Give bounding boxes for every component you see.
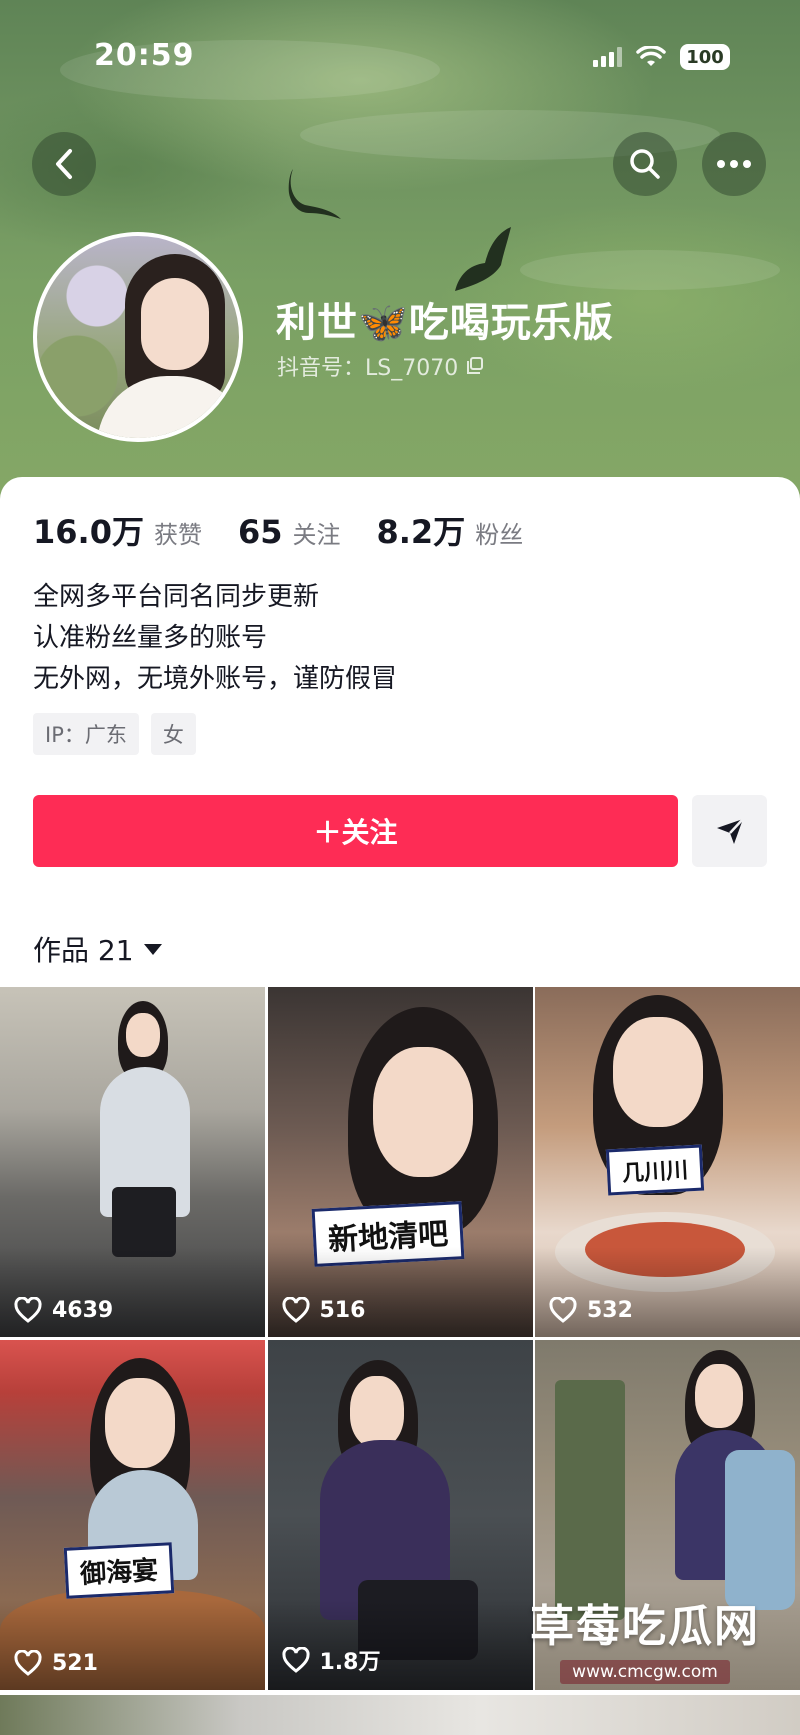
back-button[interactable] <box>32 132 96 196</box>
heart-icon <box>281 1647 310 1673</box>
search-icon <box>630 149 660 179</box>
status-time: 20:59 <box>94 38 195 73</box>
video-likes: 4639 <box>14 1297 113 1323</box>
video-likes: 1.8万 <box>281 1644 381 1676</box>
watermark-title: 草莓吃瓜网 <box>530 1601 760 1652</box>
battery-indicator: 100 <box>680 44 730 70</box>
stat-value: 65 <box>237 513 283 551</box>
profile-nickname: 利世🦋吃喝玩乐版 <box>276 300 614 346</box>
heart-icon <box>281 1297 310 1323</box>
site-watermark: 草莓吃瓜网 www.cmcgw.com <box>510 1590 780 1684</box>
profile-stats: 16.0万 获赞 65 关注 8.2万 粉丝 <box>33 507 523 553</box>
gender-tag: 女 <box>150 713 196 755</box>
video-likes: 532 <box>549 1297 633 1323</box>
share-button[interactable] <box>692 795 767 867</box>
ip-location-tag: IP：广东 <box>33 713 139 755</box>
video-likes: 516 <box>281 1297 366 1323</box>
video-tile[interactable]: 1.8万 <box>267 1340 533 1690</box>
video-tile[interactable]: 几川川 532 <box>535 987 800 1337</box>
send-icon <box>716 818 744 844</box>
wifi-icon <box>636 46 666 66</box>
profile-bio: 全网多平台同名同步更新 认准粉丝量多的账号 无外网，无境外账号，谨防假冒 <box>33 577 397 700</box>
more-button[interactable] <box>702 132 766 196</box>
video-caption-sticker: 几川川 <box>605 1144 705 1196</box>
next-row-preview <box>0 1695 800 1735</box>
likes-count: 4639 <box>52 1297 114 1323</box>
likes-count: 521 <box>52 1650 98 1676</box>
stat-label: 粉丝 <box>475 521 524 549</box>
avatar[interactable] <box>33 232 243 442</box>
video-tile[interactable]: 4639 <box>0 987 265 1337</box>
likes-count: 516 <box>319 1297 366 1323</box>
signal-icon <box>593 47 622 67</box>
follow-button[interactable]: ＋关注 <box>33 795 678 867</box>
heart-icon <box>14 1650 42 1676</box>
butterfly-icon <box>455 227 511 291</box>
bio-line: 无外网，无境外账号，谨防假冒 <box>33 664 398 694</box>
works-tab-label: 作品 21 <box>33 934 134 967</box>
video-tile[interactable]: 御海宴 521 <box>0 1340 265 1690</box>
bio-line: 全网多平台同名同步更新 <box>33 582 320 612</box>
tab-works[interactable]: 作品 21 <box>33 929 162 969</box>
likes-count: 532 <box>587 1297 633 1323</box>
heart-icon <box>549 1297 577 1323</box>
video-caption-sticker: 御海宴 <box>63 1542 175 1599</box>
profile-tags: IP：广东 女 <box>33 713 196 755</box>
likes-count: 1.8万 <box>319 1650 381 1675</box>
video-likes: 521 <box>14 1650 98 1676</box>
search-button[interactable] <box>613 132 677 196</box>
stat-value: 16.0万 <box>33 513 144 551</box>
status-icons: 100 <box>593 44 730 70</box>
more-icon <box>717 160 751 168</box>
stat-following[interactable]: 65 关注 <box>238 513 341 551</box>
douyin-id[interactable]: 抖音号：LS_7070 <box>277 350 484 382</box>
watermark-url: www.cmcgw.com <box>560 1660 730 1684</box>
stat-value: 8.2万 <box>376 513 466 551</box>
video-tile[interactable]: 新地清吧 516 <box>267 987 533 1337</box>
stat-followers[interactable]: 8.2万 粉丝 <box>377 507 524 553</box>
douyin-id-text: 抖音号：LS_7070 <box>277 356 459 381</box>
bio-line: 认准粉丝量多的账号 <box>33 623 268 653</box>
caret-down-icon <box>143 943 162 955</box>
stat-label: 获赞 <box>153 521 202 549</box>
stat-label: 关注 <box>292 521 341 549</box>
copy-icon[interactable] <box>466 357 484 375</box>
stat-likes[interactable]: 16.0万 获赞 <box>33 507 202 553</box>
back-arrow-icon <box>56 149 72 179</box>
butterfly-icon <box>288 169 341 219</box>
video-grid: 4639 新地清吧 516 几川川 532 御海宴 521 1.8万 <box>0 987 800 1690</box>
heart-icon <box>14 1297 42 1323</box>
